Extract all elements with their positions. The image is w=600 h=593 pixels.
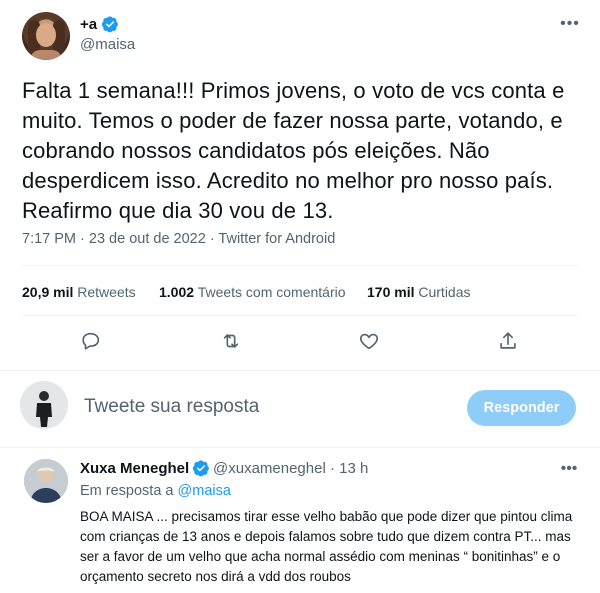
- share-icon[interactable]: [497, 330, 519, 352]
- reply-bubble-icon[interactable]: [80, 330, 102, 352]
- reply-input[interactable]: Tweete sua resposta: [84, 396, 259, 418]
- author-display-name[interactable]: +a: [80, 16, 97, 33]
- divider: [22, 315, 578, 316]
- main-tweet: +a @maisa ••• Falta 1 semana!!! Primos j…: [0, 0, 600, 377]
- likes-label: Curtidas: [418, 284, 471, 300]
- more-dots-icon[interactable]: •••: [558, 458, 580, 480]
- more-dots-icon[interactable]: •••: [558, 12, 582, 36]
- reply-author-name[interactable]: Xuxa Meneghel: [80, 460, 189, 477]
- tweet-text: Falta 1 semana!!! Primos jovens, o voto …: [22, 78, 565, 223]
- replying-to-prefix: Em resposta a: [80, 483, 174, 499]
- reply-author-handle-time[interactable]: @xuxameneghel · 13 h: [213, 460, 368, 477]
- reply-button[interactable]: Responder: [467, 390, 576, 426]
- current-user-avatar[interactable]: [20, 381, 68, 429]
- section-divider: [0, 370, 600, 371]
- tweet-timestamp[interactable]: 7:17 PM · 23 de out de 2022 · Twitter fo…: [22, 231, 335, 247]
- retweets-count: 20,9 mil: [22, 284, 74, 300]
- section-divider: [0, 447, 600, 448]
- replying-to: Em resposta a @maisa: [80, 483, 231, 499]
- retweets-label: Retweets: [77, 284, 136, 300]
- retweets-stat[interactable]: 20,9 mil Retweets: [22, 284, 136, 300]
- quotes-stat[interactable]: 1.002 Tweets com comentário: [159, 284, 346, 300]
- reply-tweet-text: BOA MAISA ... precisamos tirar esse velh…: [80, 509, 573, 584]
- reply-author-avatar[interactable]: [24, 459, 68, 503]
- retweet-icon[interactable]: [220, 330, 242, 352]
- likes-count: 170 mil: [367, 284, 415, 300]
- author-handle[interactable]: @maisa: [80, 36, 135, 53]
- verified-badge-icon: [101, 16, 118, 33]
- author-avatar[interactable]: [22, 12, 70, 60]
- quotes-count: 1.002: [159, 284, 195, 300]
- quotes-label: Tweets com comentário: [197, 284, 346, 300]
- verified-badge-icon: [192, 460, 209, 477]
- heart-icon[interactable]: [358, 330, 380, 352]
- likes-stat[interactable]: 170 mil Curtidas: [367, 284, 471, 300]
- divider: [22, 265, 578, 266]
- action-bar: [0, 330, 600, 352]
- replying-to-handle-link[interactable]: @maisa: [178, 483, 231, 499]
